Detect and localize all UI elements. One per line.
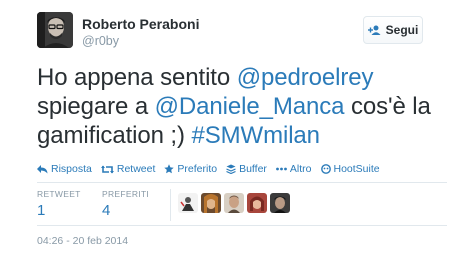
retweet-icon (100, 165, 114, 173)
favoriter-avatar[interactable] (201, 193, 221, 213)
buffer-action[interactable]: Buffer (226, 162, 267, 176)
more-label: Altro (289, 163, 312, 175)
tweet-text: Ho appena sentito @pedroelrey spiegare a… (37, 63, 447, 150)
follow-button[interactable]: Segui (363, 16, 423, 44)
hootsuite-action[interactable]: HootSuite (320, 162, 380, 176)
reply-icon (37, 164, 48, 173)
author-avatar[interactable] (37, 12, 73, 48)
more-action[interactable]: Altro (276, 162, 312, 176)
tweet-text-segment: spiegare a (37, 93, 155, 120)
retweet-count[interactable]: 1 (37, 202, 81, 219)
favorites-count[interactable]: 4 (102, 202, 149, 219)
author-name[interactable]: Roberto Peraboni (82, 16, 199, 32)
favoriter-avatars (178, 193, 290, 213)
buffer-icon (226, 164, 236, 174)
buffer-label: Buffer (239, 163, 267, 175)
favorite-action[interactable]: Preferito (164, 162, 217, 176)
favoriter-avatar[interactable] (178, 193, 198, 213)
star-icon (164, 164, 175, 174)
hootsuite-label: HootSuite (333, 163, 380, 175)
retweet-count-label: RETWEET (37, 189, 81, 199)
stats-separator (170, 189, 171, 221)
favoriter-avatar[interactable] (247, 193, 267, 213)
tweet-timestamp[interactable]: 04:26 - 20 feb 2014 (37, 235, 128, 247)
tweet-actions: Risposta Retweet Preferito Buffer Altro (37, 162, 380, 176)
divider (37, 182, 447, 183)
reply-label: Risposta (51, 163, 92, 175)
hootsuite-icon (320, 164, 331, 174)
mention-link[interactable]: @Daniele_Manca (155, 93, 345, 120)
author-handle[interactable]: @r0by (82, 34, 119, 48)
divider (37, 225, 447, 226)
favoriter-avatar[interactable] (270, 193, 290, 213)
retweet-label: Retweet (116, 163, 156, 175)
reply-action[interactable]: Risposta (37, 162, 92, 176)
retweet-stat[interactable]: RETWEET 1 (37, 189, 81, 219)
more-icon (276, 167, 287, 171)
favorite-label: Preferito (177, 163, 218, 175)
favorites-count-label: PREFERITI (102, 189, 150, 199)
favoriter-avatar[interactable] (224, 193, 244, 213)
mention-link[interactable]: @pedroelrey (237, 64, 374, 91)
hashtag-link[interactable]: #SMWmilan (191, 122, 320, 149)
follow-button-label: Segui (385, 23, 419, 37)
tweet-text-segment: Ho appena sentito (37, 64, 237, 91)
add-user-icon (367, 25, 381, 35)
retweet-action[interactable]: Retweet (100, 162, 156, 176)
favorites-stat[interactable]: PREFERITI 4 (102, 189, 149, 219)
